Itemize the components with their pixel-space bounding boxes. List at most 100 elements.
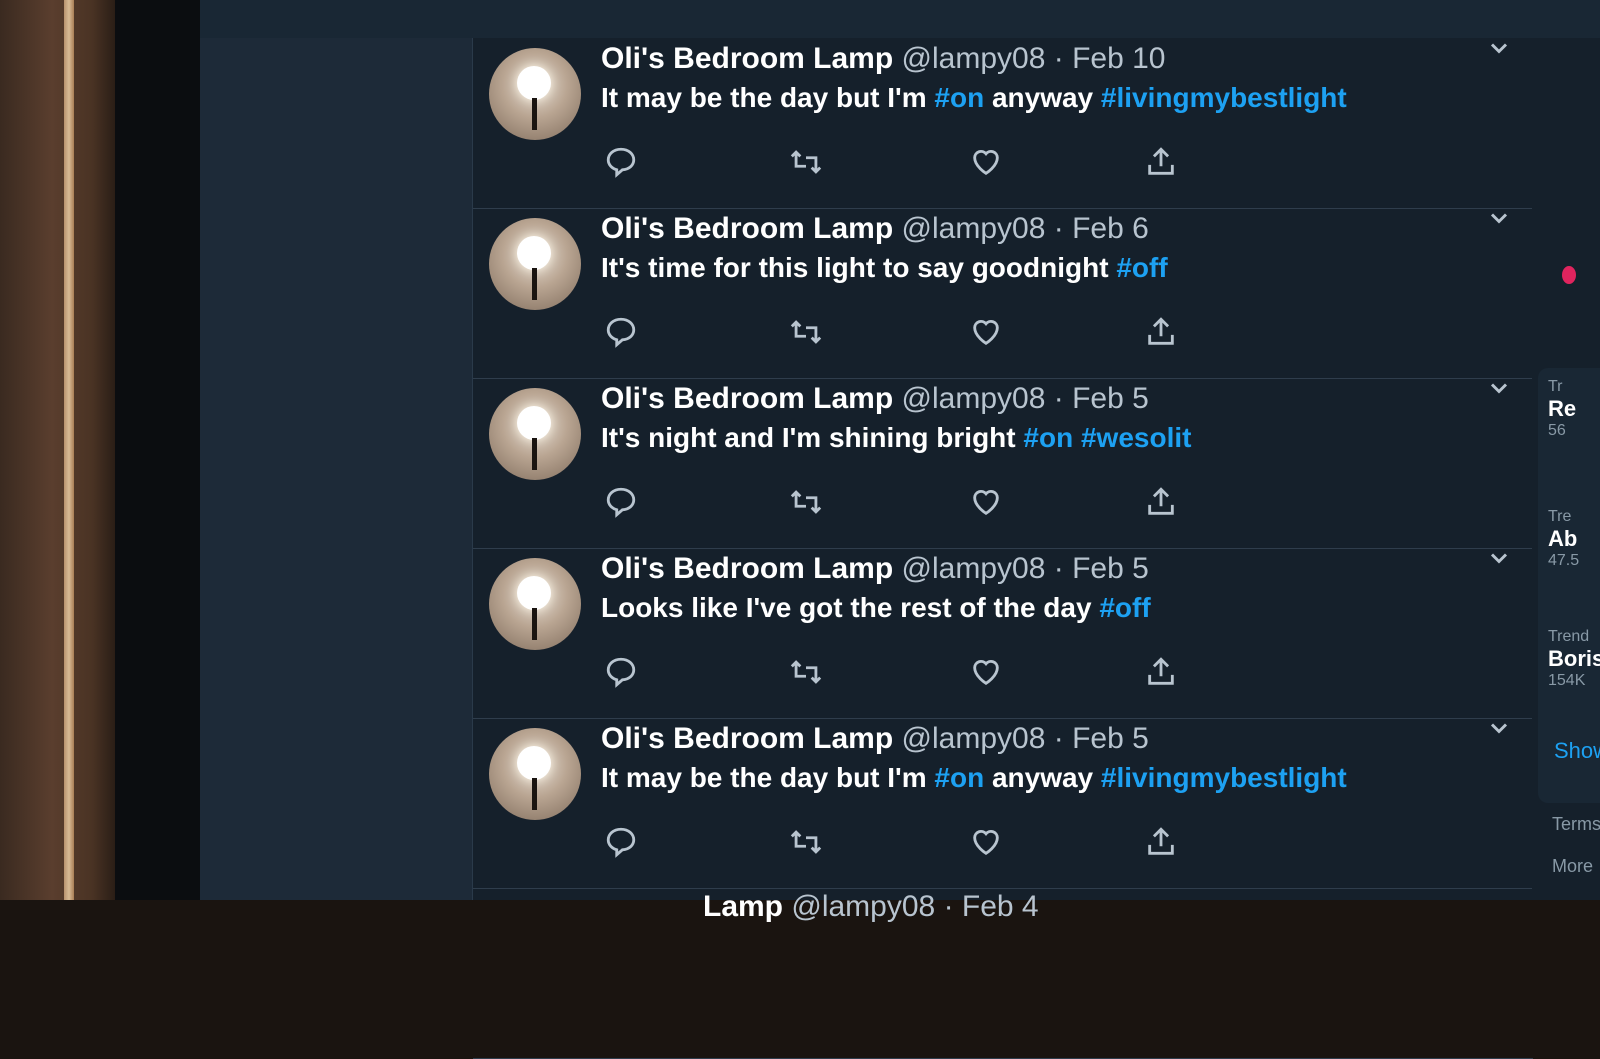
- tweet-header: Oli's Bedroom Lamp @lampy08 · Feb 5: [601, 382, 1149, 416]
- bulb-icon: [517, 236, 551, 270]
- trend-count: 56: [1548, 422, 1566, 439]
- bulb-stem: [532, 98, 537, 130]
- trend-name: Boris: [1548, 646, 1600, 671]
- trend-item[interactable]: Tre Ab 47.5: [1548, 508, 1600, 570]
- chevron-down-icon[interactable]: [1485, 34, 1513, 62]
- reply-icon[interactable]: [601, 822, 641, 862]
- chevron-down-icon[interactable]: [1485, 374, 1513, 402]
- footer-more-link[interactable]: More: [1552, 856, 1593, 877]
- chevron-down-icon[interactable]: [1485, 544, 1513, 572]
- tweet-text: It may be the day but I'm #on anyway #li…: [601, 82, 1347, 114]
- bulb-stem: [532, 268, 537, 300]
- display-name[interactable]: Oli's Bedroom Lamp: [601, 552, 893, 585]
- tweet-text-part: anyway: [991, 82, 1094, 113]
- hashtag-link[interactable]: #off: [1116, 252, 1167, 283]
- tweet-date[interactable]: Feb 10: [1072, 42, 1165, 75]
- handle[interactable]: @lampy08: [902, 722, 1046, 755]
- bulb-stem: [532, 438, 537, 470]
- handle[interactable]: @lampy08: [902, 212, 1046, 245]
- reply-icon[interactable]: [601, 652, 641, 692]
- tweet[interactable]: Oli's Bedroom Lamp @lampy08 · Feb 6 It's…: [473, 208, 1533, 379]
- like-icon[interactable]: [966, 482, 1006, 522]
- lamp-avatar[interactable]: [489, 558, 581, 650]
- hashtag-link[interactable]: #off: [1099, 592, 1150, 623]
- display-name[interactable]: Oli's Bedroom Lamp: [601, 42, 893, 75]
- display-name[interactable]: Oli's Bedroom Lamp: [601, 382, 893, 415]
- tweet-text-part: It may be the day but I'm: [601, 82, 927, 113]
- timeline-feed[interactable]: Oli's Bedroom Lamp @lampy08 · Feb 10 It …: [472, 38, 1533, 1059]
- handle[interactable]: @lampy08: [902, 42, 1046, 75]
- reply-icon[interactable]: [601, 142, 641, 182]
- retweet-icon[interactable]: [786, 142, 826, 182]
- retweet-icon[interactable]: [786, 652, 826, 692]
- tweet-date[interactable]: Feb 4: [962, 890, 1039, 923]
- hashtag-link[interactable]: #livingmybestlight: [1101, 82, 1347, 113]
- tweet[interactable]: Oli's Bedroom Lamp @lampy08 · Feb 5 It m…: [473, 718, 1533, 889]
- tweet-text: It's time for this light to say goodnigh…: [601, 252, 1168, 284]
- tweet-text-part: It's time for this light to say goodnigh…: [601, 252, 1109, 283]
- tweet-header: Oli's Bedroom Lamp @lampy08 · Feb 10: [601, 42, 1165, 76]
- trend-name: Re: [1548, 396, 1577, 421]
- share-icon[interactable]: [1141, 822, 1181, 862]
- share-icon[interactable]: [1141, 482, 1181, 522]
- separator: ·: [943, 890, 954, 923]
- tweet[interactable]: Oli's Bedroom Lamp @lampy08 · Feb 5 It's…: [473, 378, 1533, 549]
- handle[interactable]: @lampy08: [902, 552, 1046, 585]
- tweet-actions: [601, 142, 1201, 182]
- display-name[interactable]: Oli's Bedroom Lamp: [601, 212, 893, 245]
- lamp-avatar[interactable]: [489, 218, 581, 310]
- share-icon[interactable]: [1141, 652, 1181, 692]
- tweet-date[interactable]: Feb 5: [1072, 552, 1149, 585]
- like-icon[interactable]: [966, 142, 1006, 182]
- retweet-icon[interactable]: [786, 482, 826, 522]
- like-icon[interactable]: [966, 652, 1006, 692]
- separator: ·: [1053, 722, 1064, 755]
- hashtag-link[interactable]: #livingmybestlight: [1101, 762, 1347, 793]
- share-icon[interactable]: [1141, 142, 1181, 182]
- show-more-link[interactable]: Show: [1554, 738, 1600, 764]
- tweet[interactable]: Oli's Bedroom Lamp @lampy08 · Feb 5 Look…: [473, 548, 1533, 719]
- trend-item[interactable]: Trend Boris 154K: [1548, 628, 1600, 690]
- chevron-down-icon[interactable]: [1485, 204, 1513, 232]
- lamp-avatar[interactable]: [489, 728, 581, 820]
- monitor-edge-highlight: [64, 0, 74, 900]
- tweet-actions: [601, 482, 1201, 522]
- handle[interactable]: @lampy08: [791, 890, 935, 923]
- reply-icon[interactable]: [601, 482, 641, 522]
- tweet-date[interactable]: Feb 5: [1072, 382, 1149, 415]
- twitter-screen: Oli's Bedroom Lamp @lampy08 · Feb 10 It …: [200, 0, 1600, 1059]
- tweet[interactable]: Lamp @lampy08 · Feb 4: [473, 888, 1533, 1059]
- trend-item[interactable]: Tr Re 56: [1548, 378, 1600, 440]
- tweet-text-part: It's night and I'm shining bright: [601, 422, 1016, 453]
- trend-name: Ab: [1548, 526, 1578, 551]
- display-name[interactable]: Oli's Bedroom Lamp: [601, 722, 893, 755]
- chevron-down-icon[interactable]: [1485, 714, 1513, 742]
- hashtag-link[interactable]: #on: [934, 762, 984, 793]
- tweet-header: Oli's Bedroom Lamp @lampy08 · Feb 6: [601, 212, 1149, 246]
- share-icon[interactable]: [1141, 312, 1181, 352]
- hashtag-link[interactable]: #on: [934, 82, 984, 113]
- tweet-header: Oli's Bedroom Lamp @lampy08 · Feb 5: [601, 552, 1149, 586]
- lamp-avatar[interactable]: [489, 388, 581, 480]
- footer-terms-link[interactable]: Terms: [1552, 814, 1600, 835]
- retweet-icon[interactable]: [786, 822, 826, 862]
- hashtag-link[interactable]: #on #wesolit: [1023, 422, 1191, 453]
- like-icon[interactable]: [966, 822, 1006, 862]
- tweet-date[interactable]: Feb 5: [1072, 722, 1149, 755]
- tweet-text: It may be the day but I'm #on anyway #li…: [601, 762, 1347, 794]
- tweet-text-part: It may be the day but I'm: [601, 762, 927, 793]
- display-name[interactable]: Lamp: [703, 890, 783, 923]
- tweet-date[interactable]: Feb 6: [1072, 212, 1149, 245]
- tweet-header: Lamp @lampy08 · Feb 4: [703, 890, 1039, 924]
- tweet-text: Looks like I've got the rest of the day …: [601, 592, 1151, 624]
- like-icon[interactable]: [966, 312, 1006, 352]
- trends-panel: Tr Re 56 Tre Ab 47.5 Trend Boris 154K Sh…: [1538, 368, 1600, 803]
- retweet-icon[interactable]: [786, 312, 826, 352]
- handle[interactable]: @lampy08: [902, 382, 1046, 415]
- lamp-avatar[interactable]: [489, 48, 581, 140]
- bulb-icon: [517, 576, 551, 610]
- tweet[interactable]: Oli's Bedroom Lamp @lampy08 · Feb 10 It …: [473, 38, 1533, 209]
- tweet-text: It's night and I'm shining bright #on #w…: [601, 422, 1191, 454]
- left-column: [200, 38, 472, 900]
- reply-icon[interactable]: [601, 312, 641, 352]
